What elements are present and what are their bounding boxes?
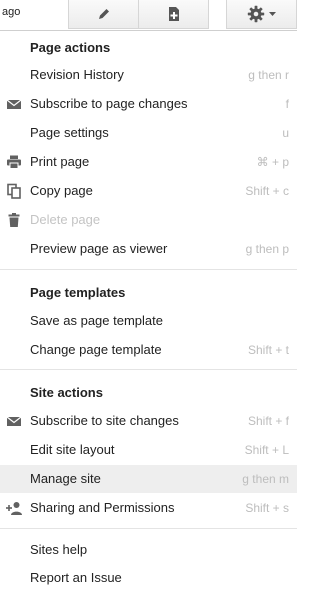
menu-item-sites-help[interactable]: Sites help	[0, 536, 297, 564]
menu-item-print-page[interactable]: Print page ⌘ + p	[0, 148, 297, 176]
menu-item-page-settings[interactable]: Page settings u	[0, 119, 297, 147]
envelope-icon	[6, 416, 22, 426]
add-person-icon	[6, 502, 22, 515]
shortcut-hint: Shift + f	[247, 414, 289, 428]
shortcut-hint: Shift + c	[245, 184, 289, 198]
shortcut-hint: g then m	[242, 472, 289, 486]
menu-item-preview-as-viewer[interactable]: Preview page as viewer g then p	[0, 235, 297, 263]
section-title-page-actions: Page actions	[30, 40, 111, 55]
menu-item-subscribe-page-changes[interactable]: Subscribe to page changes f	[0, 90, 297, 118]
shortcut-hint: g then r	[248, 68, 289, 82]
new-page-button[interactable]	[138, 0, 209, 29]
menu-item-change-template[interactable]: Change page template Shift + t	[0, 336, 297, 364]
menu-item-subscribe-site-changes[interactable]: Subscribe to site changes Shift + f	[0, 407, 297, 435]
section-title-page-templates: Page templates	[30, 285, 126, 300]
menu-divider	[0, 528, 297, 529]
menu-item-report-issue[interactable]: Report an Issue	[0, 564, 297, 592]
edit-page-button[interactable]	[68, 0, 138, 29]
shortcut-hint: ⌘ + p	[256, 155, 289, 169]
shortcut-hint: g then p	[245, 242, 289, 256]
timestamp-ago: ago	[2, 6, 21, 18]
menu-item-delete-page: Delete page	[0, 206, 297, 234]
copy-icon	[7, 183, 21, 199]
menu-item-sharing-permissions[interactable]: Sharing and Permissions Shift + s	[0, 494, 297, 522]
pencil-icon	[98, 9, 109, 19]
shortcut-hint: Shift + s	[245, 501, 289, 515]
new-page-icon	[168, 7, 179, 21]
shortcut-hint: u	[282, 126, 289, 140]
chevron-down-icon	[269, 12, 276, 16]
section-title-site-actions: Site actions	[30, 385, 103, 400]
envelope-icon	[6, 99, 22, 109]
menu-item-copy-page[interactable]: Copy page Shift + c	[0, 177, 297, 205]
trash-icon	[8, 213, 20, 227]
menu-divider	[0, 269, 297, 270]
menu-item-manage-site[interactable]: Manage site g then m	[0, 465, 297, 493]
menu-item-edit-site-layout[interactable]: Edit site layout Shift + L	[0, 436, 297, 464]
menu-item-save-as-template[interactable]: Save as page template	[0, 307, 297, 335]
toolbar: ago	[0, 0, 297, 33]
printer-icon	[7, 155, 21, 169]
more-actions-button[interactable]	[226, 0, 297, 29]
gear-icon	[247, 5, 265, 23]
actions-menu: Page actions Revision History g then r S…	[0, 30, 297, 597]
shortcut-hint: f	[285, 97, 289, 111]
menu-divider	[0, 369, 297, 370]
shortcut-hint: Shift + t	[247, 343, 289, 357]
menu-item-revision-history[interactable]: Revision History g then r	[0, 61, 297, 89]
shortcut-hint: Shift + L	[244, 443, 289, 457]
